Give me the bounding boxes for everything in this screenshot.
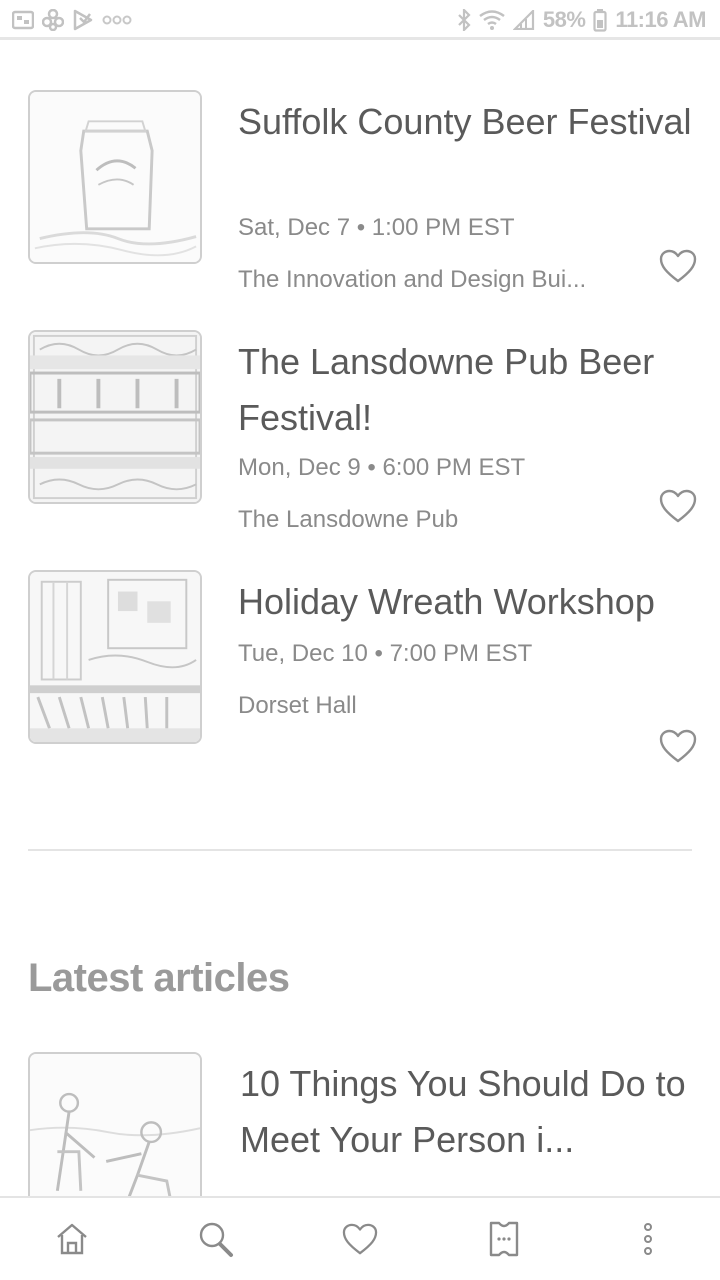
latest-articles-heading: Latest articles <box>28 956 290 1000</box>
event-venue: Dorset Hall <box>238 692 357 719</box>
status-time: 11:16 AM <box>615 7 706 32</box>
event-venue: The Innovation and Design Bui... <box>238 266 587 293</box>
nav-more[interactable] <box>618 1209 678 1269</box>
more-notifications-icon <box>102 15 132 25</box>
event-title[interactable]: The Lansdowne Pub Beer Festival! <box>238 334 698 446</box>
battery-percent: 58% <box>542 7 586 32</box>
event-title[interactable]: Suffolk County Beer Festival <box>238 94 698 150</box>
beer-festival-poster-image[interactable] <box>28 330 202 504</box>
section-divider <box>28 849 692 851</box>
heart-icon <box>341 1222 379 1256</box>
event-date: Tue, Dec 10 • 7:00 PM EST <box>238 640 533 667</box>
event-date: Mon, Dec 9 • 6:00 PM EST <box>238 454 526 481</box>
save-event-heart-icon[interactable] <box>658 248 698 284</box>
nav-likes[interactable] <box>330 1209 390 1269</box>
signal-icon <box>512 10 535 30</box>
home-icon <box>54 1221 90 1257</box>
nav-home[interactable] <box>42 1209 102 1269</box>
event-venue: The Lansdowne Pub <box>238 506 459 533</box>
more-icon <box>643 1222 653 1256</box>
event-list: Suffolk County Beer Festival Sat, Dec 7 … <box>0 90 720 810</box>
search-icon <box>197 1220 235 1258</box>
status-bar: 58% 11:16 AM <box>0 0 720 40</box>
save-event-heart-icon[interactable] <box>658 488 698 524</box>
event-card[interactable]: The Lansdowne Pub Beer Festival! Mon, De… <box>0 330 720 570</box>
wifi-icon <box>479 10 505 30</box>
hall-interior-image[interactable] <box>28 570 202 744</box>
screen: 58% 11:16 AM Suffolk County Beer Festiva… <box>0 0 720 1280</box>
article-title[interactable]: 10 Things You Should Do to Meet Your Per… <box>240 1056 700 1168</box>
battery-icon <box>593 8 608 32</box>
status-bar-right: 58% 11:16 AM <box>457 7 706 33</box>
status-bar-left <box>12 9 132 31</box>
beer-can-image[interactable] <box>28 90 202 264</box>
event-card[interactable]: Suffolk County Beer Festival Sat, Dec 7 … <box>0 90 720 330</box>
event-title[interactable]: Holiday Wreath Workshop <box>238 574 698 630</box>
play-store-icon <box>72 9 94 31</box>
bottom-navigation <box>0 1196 720 1280</box>
nav-search[interactable] <box>186 1209 246 1269</box>
event-date: Sat, Dec 7 • 1:00 PM EST <box>238 214 515 241</box>
nav-tickets[interactable] <box>474 1209 534 1269</box>
article-card[interactable]: 10 Things You Should Do to Meet Your Per… <box>0 1052 720 1226</box>
event-card[interactable]: Holiday Wreath Workshop Tue, Dec 10 • 7:… <box>0 570 720 810</box>
tickets-icon <box>488 1220 520 1258</box>
save-event-heart-icon[interactable] <box>658 728 698 764</box>
bluetooth-icon <box>457 9 471 31</box>
flower-icon <box>42 9 64 31</box>
gallery-icon <box>12 10 34 30</box>
